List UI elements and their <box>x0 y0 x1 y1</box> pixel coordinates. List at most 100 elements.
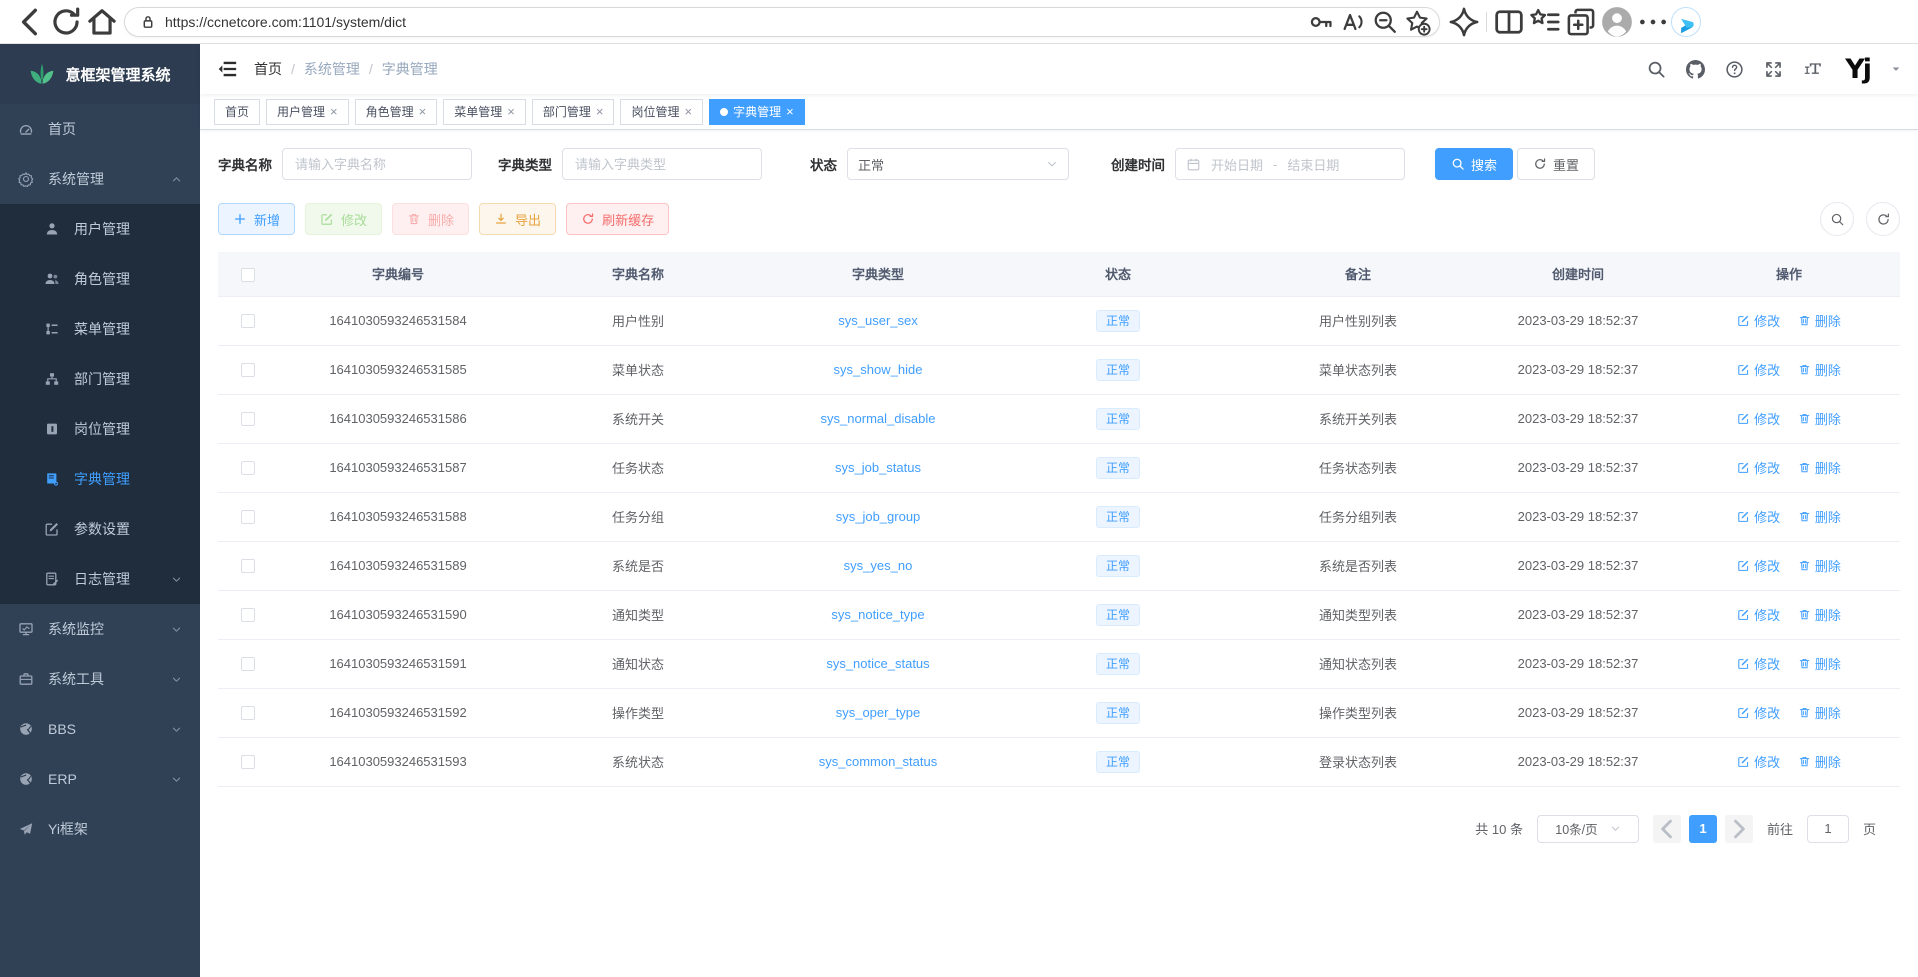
row-edit-link[interactable]: 修改 <box>1737 409 1780 428</box>
url-text[interactable]: https://ccnetcore.com:1101/system/dict <box>165 14 1297 30</box>
dict-type-link[interactable]: sys_notice_type <box>831 607 924 622</box>
help-icon[interactable] <box>1725 60 1744 79</box>
search-button[interactable]: 搜索 <box>1435 148 1513 180</box>
tab-close-icon[interactable]: × <box>507 105 515 118</box>
tab-dict-mgmt[interactable]: 字典管理× <box>709 99 805 125</box>
tab-close-icon[interactable]: × <box>419 105 427 118</box>
sidebar-item-monitor[interactable]: 系统监控 <box>0 604 200 654</box>
prev-page-button[interactable] <box>1653 815 1681 843</box>
row-checkbox[interactable] <box>241 706 255 720</box>
sidebar-item-yi-framework[interactable]: Yi框架 <box>0 804 200 854</box>
address-bar[interactable]: https://ccnetcore.com:1101/system/dict <box>124 7 1440 37</box>
font-size-icon[interactable] <box>1803 60 1825 79</box>
tab-user-mgmt[interactable]: 用户管理× <box>266 99 349 125</box>
row-delete-link[interactable]: 删除 <box>1798 458 1841 477</box>
delete-button[interactable]: 删除 <box>392 203 469 235</box>
header-search-icon[interactable] <box>1647 60 1666 79</box>
sidebar-item-posts[interactable]: 岗位管理 <box>0 404 200 454</box>
tab-home[interactable]: 首页 <box>214 99 260 125</box>
row-edit-link[interactable]: 修改 <box>1737 654 1780 673</box>
split-screen-icon[interactable] <box>1491 5 1527 39</box>
row-delete-link[interactable]: 删除 <box>1798 360 1841 379</box>
refresh-cache-button[interactable]: 刷新缓存 <box>566 203 669 235</box>
row-delete-link[interactable]: 删除 <box>1798 409 1841 428</box>
row-checkbox[interactable] <box>241 559 255 573</box>
tab-close-icon[interactable]: × <box>684 105 692 118</box>
dict-type-link[interactable]: sys_yes_no <box>844 558 913 573</box>
favorites-bar-icon[interactable] <box>1527 5 1563 39</box>
row-checkbox[interactable] <box>241 755 255 769</box>
extensions-icon[interactable] <box>1446 5 1482 39</box>
sidebar-item-system[interactable]: 系统管理 <box>0 154 200 204</box>
row-delete-link[interactable]: 删除 <box>1798 507 1841 526</box>
row-delete-link[interactable]: 删除 <box>1798 311 1841 330</box>
sidebar-item-erp[interactable]: ERP <box>0 754 200 804</box>
show-search-toggle-button[interactable] <box>1820 202 1854 236</box>
dict-type-link[interactable]: sys_show_hide <box>834 362 923 377</box>
breadcrumb-system[interactable]: 系统管理 <box>304 59 360 79</box>
edit-button[interactable]: 修改 <box>305 203 382 235</box>
add-button[interactable]: 新增 <box>218 203 295 235</box>
row-delete-link[interactable]: 删除 <box>1798 654 1841 673</box>
sidebar-item-dictionary[interactable]: 字典管理 <box>0 454 200 504</box>
refresh-table-button[interactable] <box>1866 202 1900 236</box>
profile-avatar[interactable] <box>1599 5 1635 39</box>
row-edit-link[interactable]: 修改 <box>1737 752 1780 771</box>
reset-button[interactable]: 重置 <box>1517 148 1595 180</box>
row-checkbox[interactable] <box>241 657 255 671</box>
row-checkbox[interactable] <box>241 461 255 475</box>
row-delete-link[interactable]: 删除 <box>1798 703 1841 722</box>
password-key-icon[interactable] <box>1305 8 1337 36</box>
dict-type-link[interactable]: sys_common_status <box>819 754 938 769</box>
row-delete-link[interactable]: 删除 <box>1798 556 1841 575</box>
sidebar-item-home[interactable]: 首页 <box>0 104 200 154</box>
row-checkbox[interactable] <box>241 412 255 426</box>
tab-role-mgmt[interactable]: 角色管理× <box>355 99 438 125</box>
row-edit-link[interactable]: 修改 <box>1737 507 1780 526</box>
dict-type-link[interactable]: sys_job_status <box>835 460 921 475</box>
tab-menu-mgmt[interactable]: 菜单管理× <box>443 99 526 125</box>
row-checkbox[interactable] <box>241 510 255 524</box>
read-aloud-icon[interactable] <box>1337 8 1369 36</box>
back-icon[interactable] <box>12 5 48 39</box>
dict-type-link[interactable]: sys_normal_disable <box>821 411 936 426</box>
sidebar-item-logs[interactable]: 日志管理 <box>0 554 200 604</box>
tab-dept-mgmt[interactable]: 部门管理× <box>532 99 615 125</box>
row-checkbox[interactable] <box>241 608 255 622</box>
dict-name-input[interactable] <box>282 148 472 180</box>
dict-type-input[interactable] <box>562 148 762 180</box>
user-logo-mark[interactable]: Yj <box>1845 56 1870 83</box>
row-edit-link[interactable]: 修改 <box>1737 703 1780 722</box>
sidebar-collapse-icon[interactable] <box>216 58 238 80</box>
collections-icon[interactable] <box>1563 5 1599 39</box>
page-size-select[interactable]: 10条/页 <box>1537 815 1639 843</box>
app-logo[interactable]: 意框架管理系统 <box>0 44 200 104</box>
sidebar-item-bbs[interactable]: BBS <box>0 704 200 754</box>
current-page-button[interactable]: 1 <box>1689 815 1717 843</box>
breadcrumb-home[interactable]: 首页 <box>254 59 282 79</box>
bing-chat-icon[interactable] <box>1671 7 1701 37</box>
sidebar-item-roles[interactable]: 角色管理 <box>0 254 200 304</box>
sidebar-item-departments[interactable]: 部门管理 <box>0 354 200 404</box>
next-page-button[interactable] <box>1725 815 1753 843</box>
row-edit-link[interactable]: 修改 <box>1737 556 1780 575</box>
row-edit-link[interactable]: 修改 <box>1737 605 1780 624</box>
row-edit-link[interactable]: 修改 <box>1737 311 1780 330</box>
date-range-picker[interactable]: 开始日期 - 结束日期 <box>1175 148 1405 180</box>
zoom-out-icon[interactable] <box>1369 8 1401 36</box>
row-edit-link[interactable]: 修改 <box>1737 458 1780 477</box>
row-checkbox[interactable] <box>241 314 255 328</box>
lock-icon[interactable] <box>139 13 157 31</box>
sidebar-item-users[interactable]: 用户管理 <box>0 204 200 254</box>
tab-close-icon[interactable]: × <box>330 105 338 118</box>
status-select[interactable]: 正常 <box>847 148 1069 180</box>
sidebar-item-tools[interactable]: 系统工具 <box>0 654 200 704</box>
sidebar-item-parameters[interactable]: 参数设置 <box>0 504 200 554</box>
tab-close-icon[interactable]: × <box>786 105 794 118</box>
dict-type-link[interactable]: sys_user_sex <box>838 313 917 328</box>
dict-type-link[interactable]: sys_notice_status <box>826 656 929 671</box>
row-checkbox[interactable] <box>241 363 255 377</box>
goto-page-input[interactable] <box>1807 815 1849 843</box>
row-edit-link[interactable]: 修改 <box>1737 360 1780 379</box>
select-all-checkbox[interactable] <box>241 268 255 282</box>
